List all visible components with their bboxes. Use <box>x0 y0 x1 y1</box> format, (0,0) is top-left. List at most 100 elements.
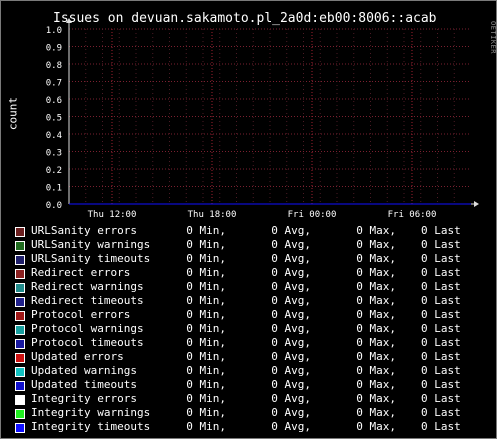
legend-row: Updated errors 0 Min, 0 Avg, 0 Max, 0 Last <box>1 350 496 364</box>
y-tick-label: 0.3 <box>46 149 62 159</box>
legend-series-name: Integrity warnings <box>31 406 151 419</box>
legend-min-value: 0 Min, <box>186 224 226 237</box>
legend-series-name: Updated warnings <box>31 364 137 377</box>
legend-series-name: Redirect timeouts <box>31 294 144 307</box>
legend-last-value: 0 Last <box>421 294 461 307</box>
legend-avg-value: 0 Avg, <box>271 266 311 279</box>
legend-swatch <box>15 409 25 419</box>
y-tick-label: 0.2 <box>46 166 62 176</box>
legend-swatch <box>15 241 25 251</box>
legend-avg-value: 0 Avg, <box>271 406 311 419</box>
y-tick-label: 0.9 <box>46 44 62 54</box>
legend-min-value: 0 Min, <box>186 350 226 363</box>
legend-max-value: 0 Max, <box>356 252 396 265</box>
legend-swatch <box>15 381 25 391</box>
legend-avg-value: 0 Avg, <box>271 420 311 433</box>
legend-max-value: 0 Max, <box>356 238 396 251</box>
legend-series-name: Redirect warnings <box>31 280 144 293</box>
legend-avg-value: 0 Avg, <box>271 308 311 321</box>
legend-avg-value: 0 Avg, <box>271 378 311 391</box>
legend-max-value: 0 Max, <box>356 420 396 433</box>
y-tick-label: 0.8 <box>46 61 62 71</box>
legend-avg-value: 0 Avg, <box>271 294 311 307</box>
legend-swatch <box>15 325 25 335</box>
legend-last-value: 0 Last <box>421 406 461 419</box>
legend-swatch <box>15 367 25 377</box>
legend-last-value: 0 Last <box>421 350 461 363</box>
legend-last-value: 0 Last <box>421 266 461 279</box>
legend-avg-value: 0 Avg, <box>271 350 311 363</box>
legend-max-value: 0 Max, <box>356 266 396 279</box>
legend-series-name: Protocol timeouts <box>31 336 144 349</box>
legend-min-value: 0 Min, <box>186 364 226 377</box>
chart-title: Issues on devuan.sakamoto.pl_2a0d:eb00:8… <box>53 11 437 26</box>
legend-swatch <box>15 255 25 265</box>
legend-max-value: 0 Max, <box>356 308 396 321</box>
legend-swatch <box>15 339 25 349</box>
y-tick-label: 0.4 <box>46 131 62 141</box>
legend-avg-value: 0 Avg, <box>271 392 311 405</box>
legend-min-value: 0 Min, <box>186 294 226 307</box>
legend-swatch <box>15 395 25 405</box>
legend-row: URLSanity timeouts 0 Min, 0 Avg, 0 Max, 0 La… <box>1 252 496 266</box>
watermark: RRDTOOL / TOBI OETIKER <box>489 21 497 55</box>
legend-max-value: 0 Max, <box>356 336 396 349</box>
legend-min-value: 0 Min, <box>186 238 226 251</box>
legend-last-value: 0 Last <box>421 322 461 335</box>
legend-min-value: 0 Min, <box>186 336 226 349</box>
legend-row: Integrity warnings 0 Min, 0 Avg, 0 Max, 0 La… <box>1 406 496 420</box>
legend-max-value: 0 Max, <box>356 294 396 307</box>
legend-min-value: 0 Min, <box>186 266 226 279</box>
legend-last-value: 0 Last <box>421 238 461 251</box>
legend-row: Protocol errors 0 Min, 0 Avg, 0 Max, 0 Last <box>1 308 496 322</box>
legend-swatch <box>15 311 25 321</box>
legend-swatch <box>15 297 25 307</box>
legend-row: Updated warnings 0 Min, 0 Avg, 0 Max, 0 Last <box>1 364 496 378</box>
legend-series-name: Protocol warnings <box>31 322 144 335</box>
legend-min-value: 0 Min, <box>186 378 226 391</box>
legend-series-name: Updated errors <box>31 350 124 363</box>
legend-row: Redirect timeouts 0 Min, 0 Avg, 0 Max, 0 Las… <box>1 294 496 308</box>
legend-avg-value: 0 Avg, <box>271 322 311 335</box>
legend-last-value: 0 Last <box>421 280 461 293</box>
legend-max-value: 0 Max, <box>356 280 396 293</box>
legend-min-value: 0 Min, <box>186 392 226 405</box>
legend-series-name: Updated timeouts <box>31 378 137 391</box>
legend-max-value: 0 Max, <box>356 224 396 237</box>
legend-swatch <box>15 227 25 237</box>
legend-last-value: 0 Last <box>421 336 461 349</box>
legend-max-value: 0 Max, <box>356 392 396 405</box>
x-tick-label: Fri 06:00 <box>388 210 437 220</box>
legend-last-value: 0 Last <box>421 364 461 377</box>
legend-min-value: 0 Min, <box>186 308 226 321</box>
legend-avg-value: 0 Avg, <box>271 280 311 293</box>
legend-min-value: 0 Min, <box>186 322 226 335</box>
legend-swatch <box>15 283 25 293</box>
x-axis-arrow <box>474 201 479 207</box>
legend-last-value: 0 Last <box>421 392 461 405</box>
legend-max-value: 0 Max, <box>356 350 396 363</box>
legend-series-name: Redirect errors <box>31 266 131 279</box>
legend-max-value: 0 Max, <box>356 364 396 377</box>
legend-series-name: Integrity errors <box>31 392 137 405</box>
y-tick-label: 0.7 <box>46 79 62 89</box>
legend-last-value: 0 Last <box>421 308 461 321</box>
y-tick-label: 0.0 <box>46 201 62 211</box>
legend-last-value: 0 Last <box>421 378 461 391</box>
legend-series-name: Integrity timeouts <box>31 420 151 433</box>
legend-last-value: 0 Last <box>421 420 461 433</box>
legend-series-name: URLSanity warnings <box>31 238 151 251</box>
legend-max-value: 0 Max, <box>356 378 396 391</box>
legend-row: Protocol timeouts 0 Min, 0 Avg, 0 Max, 0 Las… <box>1 336 496 350</box>
legend-min-value: 0 Min, <box>186 252 226 265</box>
legend-row: Protocol warnings 0 Min, 0 Avg, 0 Max, 0 Las… <box>1 322 496 336</box>
legend-row: Updated timeouts 0 Min, 0 Avg, 0 Max, 0 Last <box>1 378 496 392</box>
legend-series-name: URLSanity errors <box>31 224 137 237</box>
legend-avg-value: 0 Avg, <box>271 252 311 265</box>
y-axis-label: count <box>6 96 20 131</box>
x-tick-label: Fri 00:00 <box>288 210 337 220</box>
legend-series-name: URLSanity timeouts <box>31 252 151 265</box>
legend-row: Integrity errors 0 Min, 0 Avg, 0 Max, 0 Last <box>1 392 496 406</box>
graph-window: 0.0 0.1 0.2 0.3 0.4 0.5 0.6 0.7 0.8 0.9 1.0 Thu 12:… <box>0 0 497 439</box>
x-tick-label: Thu 18:00 <box>188 210 237 220</box>
